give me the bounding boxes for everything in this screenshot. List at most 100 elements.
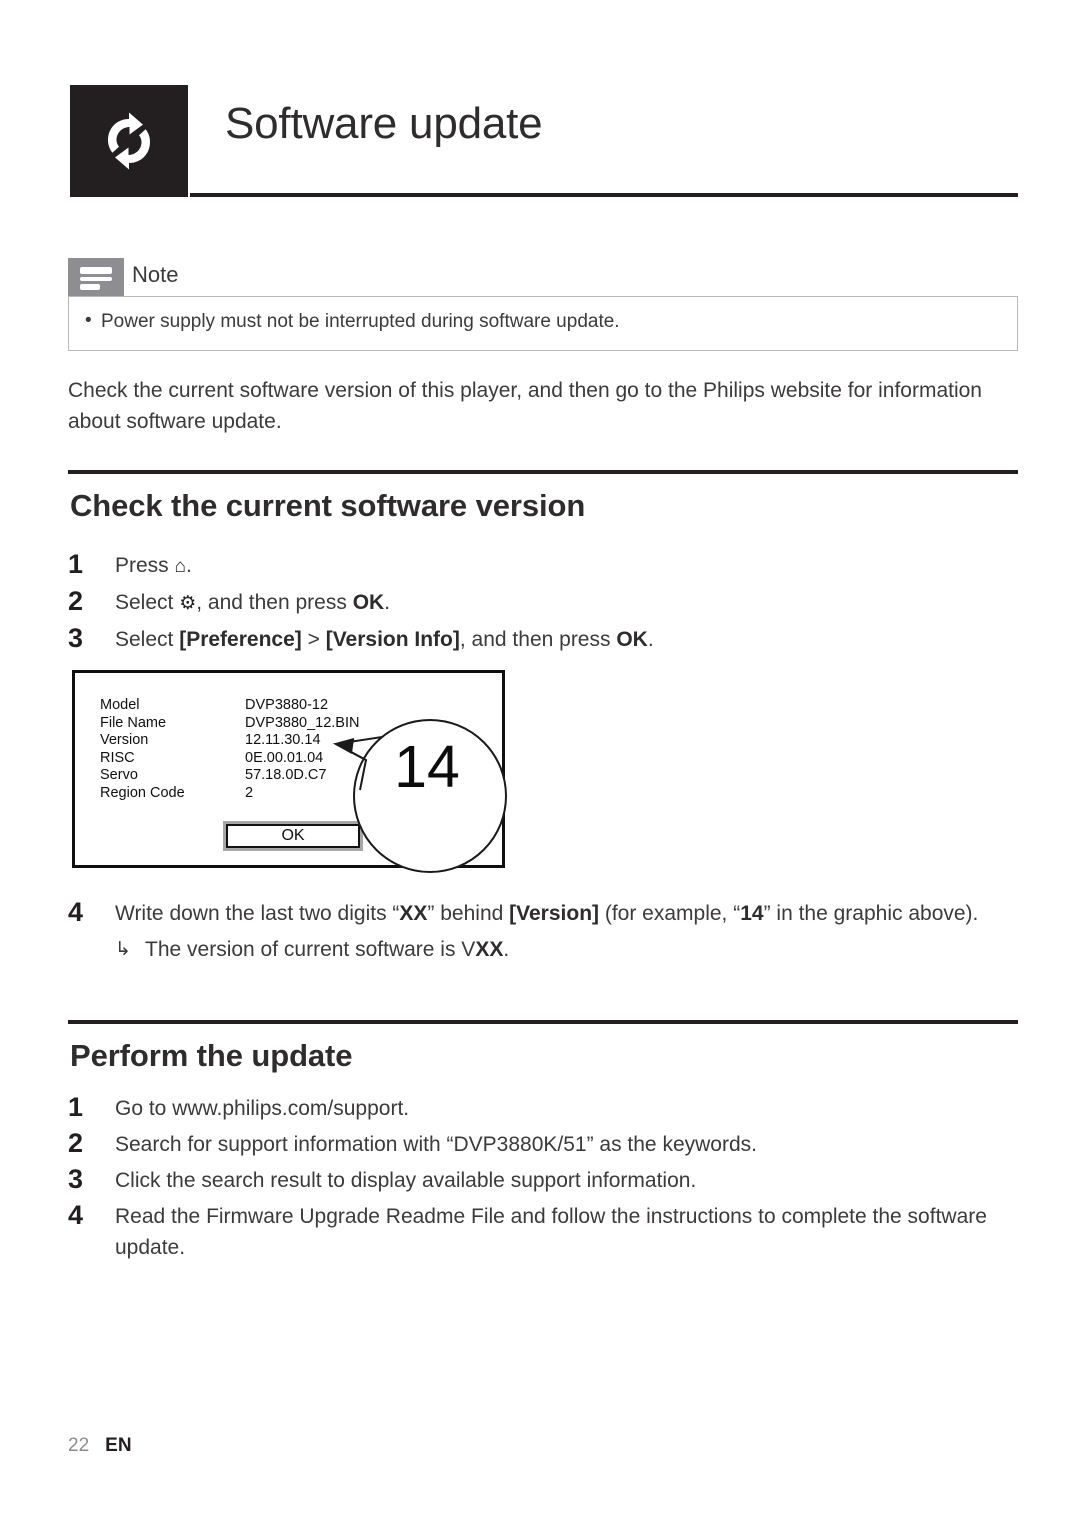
step-text: Press <box>115 554 175 577</box>
note-lines-icon <box>80 267 114 293</box>
step-text: Press ⌂. <box>115 554 192 577</box>
bullet-glyph: • <box>85 310 92 331</box>
version-info-value: DVP3880-12 <box>245 697 329 713</box>
step-emphasis: [Version Info] <box>325 628 460 651</box>
intro-paragraph: Check the current software version of th… <box>68 379 982 433</box>
step-number: 1 <box>68 1092 84 1122</box>
version-info-key: Version <box>100 732 149 748</box>
substep-text: . <box>503 938 510 961</box>
step-number: 2 <box>68 1128 84 1158</box>
step-text: Select <box>115 628 180 651</box>
step-text: Search for support information with “DVP… <box>115 1133 757 1156</box>
step-number: 3 <box>68 623 84 653</box>
step-item: 3 Click the search result to display avai… <box>68 1164 1020 1196</box>
step-item: 3 Select [Preference] > [Version Info], a… <box>68 623 1020 655</box>
step-number: 1 <box>68 549 84 579</box>
home-icon: ⌂ <box>174 556 186 577</box>
step-emphasis: XX <box>399 902 428 925</box>
version-info-rows: Model DVP3880-12 File Name DVP3880_12.BIN Ve… <box>100 697 359 802</box>
step-number: 2 <box>68 586 84 616</box>
substep-item: ↳ The version of current software is VXX. <box>68 934 1020 965</box>
step-emphasis: 14 <box>740 902 764 925</box>
version-info-key: RISC <box>100 749 135 766</box>
chapter-header: Software update <box>70 85 1018 200</box>
step-text: Select [Preference] > [Version Info], an… <box>115 628 654 651</box>
version-info-value: 57.18.0D.C7 <box>245 767 327 783</box>
section-title-perform-update: Perform the update <box>70 1038 353 1073</box>
step-emphasis: OK <box>352 591 385 614</box>
section-divider-2 <box>68 1020 1018 1024</box>
version-info-key: File Name <box>100 714 167 731</box>
steps-list-check-version: 1 Press ⌂. 2 Select ⚙, and then press OK. 3 S… <box>68 549 1020 660</box>
step-item: 1 Go to www.philips.com/support. <box>68 1092 1020 1124</box>
step-number: 4 <box>68 1200 84 1230</box>
step-number: 3 <box>68 1164 84 1194</box>
settings-gear-icon: ⚙ <box>179 593 197 614</box>
step-text: Select <box>115 591 180 614</box>
version-info-row: Model DVP3880-12 <box>100 697 359 715</box>
step-item: 2 Search for support information with “DV… <box>68 1128 1020 1160</box>
step-text: Go to www.philips.com/support. <box>115 1097 409 1120</box>
substep-arrow-icon: ↳ <box>115 939 131 960</box>
step-text: , and then press <box>459 628 617 651</box>
note-list-item: • Power supply must not be interrupted d… <box>69 297 1017 333</box>
version-info-row: Version 12.11.30.14 <box>100 732 359 750</box>
section-title-check-version: Check the current software version <box>70 488 586 523</box>
step-text: Write down the last two digits “ <box>115 902 400 925</box>
substep-text: The version of current software is V <box>145 938 476 961</box>
section-divider-1 <box>68 470 1018 474</box>
step-text: ” in the graphic above). <box>763 902 979 925</box>
callout-value: 14 <box>394 734 460 800</box>
step-text: Write down the last two digits “XX” behi… <box>115 902 978 925</box>
note-line-2 <box>80 277 112 281</box>
version-info-value: 12.11.30.14 <box>245 732 321 748</box>
step-text: . <box>647 628 654 651</box>
version-info-row: Servo 57.18.0D.C7 <box>100 767 359 785</box>
step-text: , and then press <box>196 591 353 614</box>
step-emphasis: [Preference] <box>179 628 302 651</box>
version-info-key: Model <box>100 697 140 713</box>
step-item: 4 Read the Firmware Upgrade Readme File a… <box>68 1200 1020 1263</box>
version-info-key: Region Code <box>100 784 185 801</box>
note-label: Note <box>132 262 179 287</box>
version-info-row: RISC 0E.00.01.04 <box>100 750 359 768</box>
step-text: ” behind <box>427 902 510 925</box>
note-item-text: Power supply must not be interrupted dur… <box>101 311 620 332</box>
step-text: Select ⚙, and then press OK. <box>115 591 390 614</box>
step-emphasis: OK <box>616 628 648 651</box>
note-tab <box>68 258 124 296</box>
step-item: 4 Write down the last two digits “XX” beh… <box>68 897 1020 929</box>
step-text: > <box>301 628 326 651</box>
step-text: (for example, “ <box>599 902 741 925</box>
step-item: 2 Select ⚙, and then press OK. <box>68 586 1020 619</box>
substep-emphasis: XX <box>475 938 504 961</box>
steps-list-perform-update: 1 Go to www.philips.com/support. 2 Search f… <box>68 1092 1020 1268</box>
software-update-arrows-icon <box>70 85 188 197</box>
step-text: Click the search result to display avail… <box>115 1169 697 1192</box>
footer-language: EN <box>105 1435 132 1456</box>
version-info-row: File Name DVP3880_12.BIN <box>100 715 359 733</box>
step-text: . <box>384 591 391 614</box>
note-line-1 <box>80 267 112 274</box>
version-info-key: Servo <box>100 767 138 783</box>
step-emphasis: [Version] <box>509 902 600 925</box>
note-body: • Power supply must not be interrupted d… <box>68 296 1018 351</box>
steps-list-check-version-tail: 4 Write down the last two digits “XX” beh… <box>68 897 1020 965</box>
page-footer: 22 EN <box>68 1435 132 1457</box>
chapter-divider <box>190 193 1018 197</box>
step-text: Go to www.philips.com/support. <box>115 1097 410 1120</box>
step-item: 1 Press ⌂. <box>68 549 1020 582</box>
step-text: . <box>186 554 192 577</box>
note-box: Note • Power supply must not be interrup… <box>68 258 1018 351</box>
step-text: Click the search result to display avail… <box>115 1169 696 1192</box>
step-text: Search for support information with “DVP… <box>115 1133 757 1156</box>
step-number: 4 <box>68 897 84 927</box>
version-info-value: 0E.00.01.04 <box>245 749 324 766</box>
step-text: Read the Firmware Upgrade Readme File an… <box>115 1205 987 1259</box>
step-text: Read the Firmware Upgrade Readme File an… <box>115 1205 987 1259</box>
version-info-value: 2 <box>245 784 254 801</box>
note-line-3 <box>80 284 100 290</box>
footer-page-number: 22 <box>68 1435 90 1456</box>
page-title: Software update <box>225 99 543 148</box>
substep-text: The version of current software is VXX. <box>115 934 1020 965</box>
